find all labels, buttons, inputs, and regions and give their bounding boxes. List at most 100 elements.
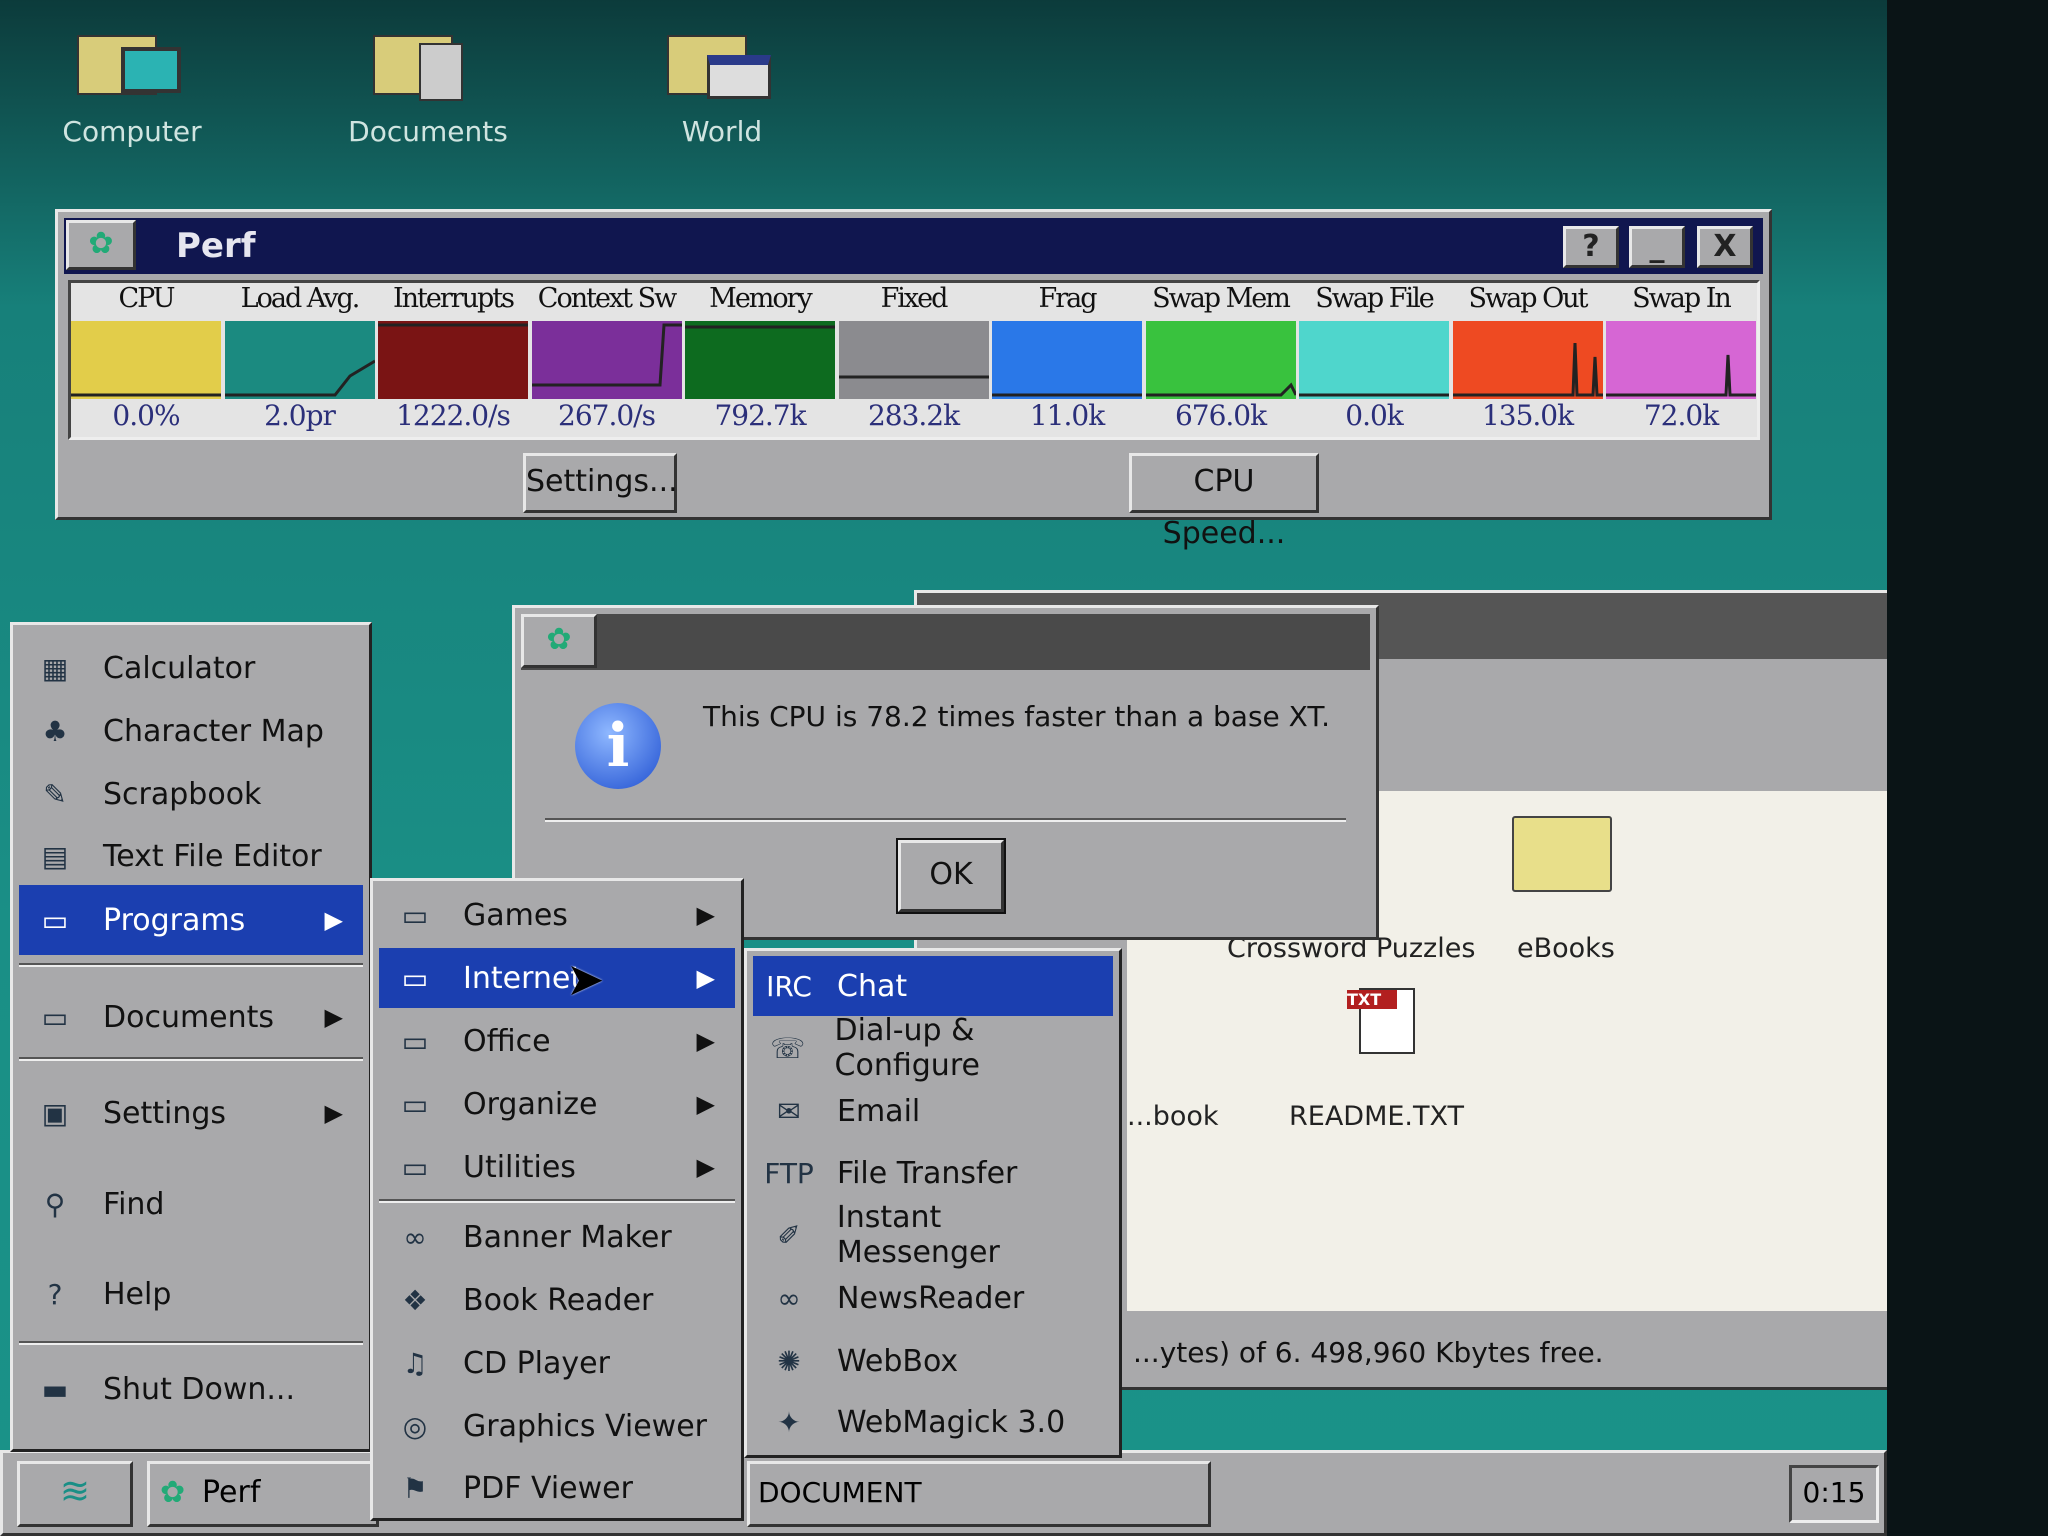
menu-item-label: Organize	[463, 1086, 598, 1122]
menu-item-label: Calculator	[103, 650, 256, 686]
minimize-button[interactable]: _	[1629, 226, 1685, 268]
desktop-icon-computer[interactable]: Computer	[42, 25, 222, 148]
menu-item-settings[interactable]: ▣ Settings ▶	[19, 1078, 363, 1148]
menu-item-label: PDF Viewer	[463, 1470, 633, 1506]
meter-trace	[71, 393, 221, 397]
meter-value: 283.2k	[867, 399, 960, 432]
computer-icon	[77, 25, 187, 105]
meter-value: 267.0/s	[558, 399, 656, 432]
dialog-title-bar[interactable]: ✿	[521, 614, 1370, 670]
menu-item-scrapbook[interactable]: ✎ Scrapbook	[19, 759, 363, 829]
menu-item-instant-messenger[interactable]: ✐ Instant Messenger	[753, 1200, 1113, 1270]
menu-separator	[19, 1057, 363, 1061]
desktop-icon-world[interactable]: World	[632, 25, 812, 148]
menu-item-programs[interactable]: ▭ Programs ▶	[19, 885, 363, 955]
dialog-separator	[545, 818, 1346, 822]
mouse-cursor-icon: ➤	[566, 952, 605, 1006]
meter-value: 676.0k	[1174, 399, 1267, 432]
menu-item-organize[interactable]: ▭ Organize ▶	[379, 1074, 735, 1134]
menu-item-pdf-viewer[interactable]: ⚑ PDF Viewer	[379, 1458, 735, 1518]
menu-item-label: File Transfer	[837, 1155, 1018, 1191]
irc-icon: IRC	[766, 969, 812, 1003]
menu-item-label: WebBox	[837, 1343, 959, 1379]
meter-graph	[1299, 321, 1449, 399]
book-reader-icon: ❖	[402, 1283, 428, 1317]
meter-trace	[224, 359, 376, 397]
menu-item-file-transfer[interactable]: FTP File Transfer	[753, 1143, 1113, 1203]
folder-item-readme[interactable]: README.TXT	[1289, 1101, 1464, 1132]
meter-swap-out: Swap Out 135.0k	[1452, 283, 1603, 433]
menu-item-label: Find	[103, 1186, 165, 1222]
menu-separator	[19, 963, 363, 967]
menu-item-games[interactable]: ▭ Games ▶	[379, 885, 735, 945]
menu-item-office[interactable]: ▭ Office ▶	[379, 1011, 735, 1071]
meter-value: 0.0k	[1345, 399, 1404, 432]
menu-item-help[interactable]: ? Help	[19, 1259, 363, 1329]
menu-item-find[interactable]: ⚲ Find	[19, 1169, 363, 1239]
taskbar-task-document[interactable]: DOCUMENT	[747, 1461, 1211, 1527]
menu-item-label: Help	[103, 1276, 172, 1312]
programs-folder-icon: ▭	[41, 903, 69, 937]
menu-item-cd-player[interactable]: ♫ CD Player	[379, 1333, 735, 1393]
menu-item-label: Dial-up & Configure	[834, 1013, 980, 1083]
menu-item-character-map[interactable]: ♣ Character Map	[19, 696, 363, 766]
menu-item-banner-maker[interactable]: ∞ Banner Maker	[379, 1207, 735, 1267]
menu-item-documents[interactable]: ▭ Documents ▶	[19, 982, 363, 1052]
submenu-arrow-icon: ▶	[324, 906, 343, 934]
menu-item-shut-down[interactable]: ▬ Shut Down...	[19, 1354, 363, 1424]
txt-file-icon[interactable]: TXT	[1347, 988, 1415, 1054]
folder-icon: ▭	[401, 961, 429, 995]
menu-item-webbox[interactable]: ✺ WebBox	[753, 1331, 1113, 1391]
menu-item-utilities[interactable]: ▭ Utilities ▶	[379, 1137, 735, 1197]
menu-separator	[19, 1341, 363, 1345]
meter-cpu: CPU 0.0%	[71, 283, 221, 433]
start-button[interactable]: ≋	[17, 1461, 133, 1527]
menu-item-graphics-viewer[interactable]: ◎ Graphics Viewer	[379, 1396, 735, 1456]
meter-label: CPU	[118, 283, 175, 314]
ebooks-folder-icon[interactable]	[1512, 816, 1612, 892]
info-icon: i	[575, 703, 661, 789]
submenu-arrow-icon: ▶	[696, 901, 715, 929]
settings-button[interactable]: Settings...	[523, 453, 678, 513]
meter-graph	[1145, 321, 1297, 399]
ftp-icon: FTP	[764, 1156, 814, 1190]
menu-item-text-file-editor[interactable]: ▤ Text File Editor	[19, 821, 363, 891]
perf-title-bar[interactable]: ✿ Perf ? _ X	[64, 218, 1763, 274]
meter-interrupts: Interrupts 1222.0/s	[378, 283, 528, 433]
menu-item-book-reader[interactable]: ❖ Book Reader	[379, 1270, 735, 1330]
cpu-speed-button[interactable]: CPU Speed...	[1129, 453, 1319, 551]
menu-item-label: Games	[463, 897, 568, 933]
folder-icon: ▭	[401, 1150, 429, 1184]
submenu-arrow-icon: ▶	[696, 1027, 715, 1055]
menu-item-label: Office	[463, 1023, 551, 1059]
submenu-arrow-icon: ▶	[696, 1153, 715, 1181]
meter-value: 792.7k	[714, 399, 806, 432]
meter-load-avg-: Load Avg. 2.0pr	[224, 283, 376, 433]
help-button[interactable]: ?	[1563, 226, 1619, 268]
menu-item-newsreader[interactable]: ∞ NewsReader	[753, 1268, 1113, 1328]
submenu-arrow-icon: ▶	[696, 964, 715, 992]
menu-item-internet[interactable]: ▭ Internet ▶	[379, 948, 735, 1008]
meter-trace	[992, 393, 1142, 397]
meter-fixed: Fixed 283.2k	[838, 283, 989, 433]
menu-item-calculator[interactable]: ▦ Calculator	[19, 633, 363, 703]
documents-icon	[373, 25, 483, 105]
close-button[interactable]: X	[1697, 226, 1753, 268]
perf-app-icon[interactable]: ✿	[66, 220, 136, 270]
menu-item-webmagick-3-0[interactable]: ✦ WebMagick 3.0	[753, 1392, 1113, 1452]
folder-item-book[interactable]: ...book	[1127, 1101, 1219, 1132]
meter-value: 72.0k	[1643, 399, 1719, 432]
meter-graph	[531, 321, 682, 399]
menu-item-chat[interactable]: IRC Chat	[753, 956, 1113, 1016]
meter-frag: Frag 11.0k	[992, 283, 1142, 433]
ok-button[interactable]: OK	[896, 838, 1006, 914]
menu-item-dial-up-configure[interactable]: ☏ Dial-up & Configure	[753, 1013, 1113, 1083]
meter-label: Frag	[1038, 283, 1097, 314]
meter-graph	[378, 321, 528, 399]
meter-label: Memory	[709, 283, 813, 314]
folder-icon: ▭	[401, 898, 429, 932]
taskbar-task-perf[interactable]: ✿ Perf	[147, 1461, 379, 1527]
folder-item-ebooks[interactable]: eBooks	[1517, 933, 1615, 964]
menu-item-email[interactable]: ✉ Email	[753, 1081, 1113, 1141]
desktop-icon-documents[interactable]: Documents	[338, 25, 518, 148]
